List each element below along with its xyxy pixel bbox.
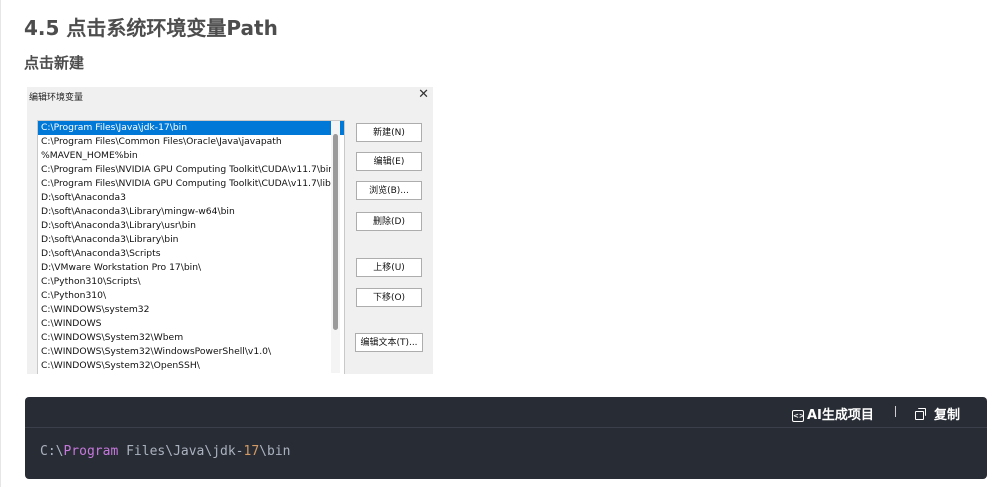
move-up-button[interactable]: 上移(U) xyxy=(356,258,422,277)
path-item[interactable]: C:\Python310\Scripts\ xyxy=(38,275,344,289)
path-item[interactable]: C:\Program Files\NVIDIA GPU Computing To… xyxy=(38,177,344,191)
path-item[interactable]: C:\WINDOWS xyxy=(38,317,344,331)
subsection-heading: 点击新建 xyxy=(24,54,85,72)
path-item[interactable]: D:\VMware Workstation Pro 17\bin\ xyxy=(38,261,344,275)
code-token: C:\ xyxy=(40,444,64,459)
scrollbar-thumb[interactable] xyxy=(333,134,338,330)
delete-button[interactable]: 删除(D) xyxy=(356,212,422,231)
path-item[interactable]: D:\soft\Anaconda3\Library\bin xyxy=(38,233,344,247)
copy-label: 复制 xyxy=(934,408,961,423)
path-item[interactable]: D:\soft\Anaconda3 xyxy=(38,191,344,205)
edit-env-var-dialog-screenshot: 编辑环境变量 ✕ C:\Program Files\Java\jdk-17\bi… xyxy=(27,87,433,374)
move-down-button[interactable]: 下移(O) xyxy=(356,288,422,307)
copy-icon xyxy=(914,408,926,420)
path-item[interactable]: C:\WINDOWS\System32\Wbem xyxy=(38,331,344,345)
code-token-number: 17 xyxy=(243,444,260,459)
code-token: Files\Java\jdk- xyxy=(118,444,244,459)
code-icon: <> xyxy=(792,410,805,422)
edit-text-button[interactable]: 编辑文本(T)... xyxy=(355,333,423,352)
edit-button[interactable]: 编辑(E) xyxy=(356,152,422,171)
code-line: C:\Program Files\Java\jdk-17\bin xyxy=(40,444,290,459)
path-list[interactable]: C:\Program Files\Java\jdk-17\bin C:\Prog… xyxy=(37,120,345,374)
code-token-keyword: Program xyxy=(63,444,119,459)
path-item-selected[interactable]: C:\Program Files\Java\jdk-17\bin xyxy=(38,121,344,135)
path-item[interactable]: D:\soft\Anaconda3\Library\usr\bin xyxy=(38,219,344,233)
path-item[interactable]: C:\Program Files\NVIDIA GPU Computing To… xyxy=(38,163,344,177)
path-item[interactable]: C:\WINDOWS\system32 xyxy=(38,303,344,317)
left-border xyxy=(0,0,1,487)
new-button[interactable]: 新建(N) xyxy=(356,123,422,142)
path-item[interactable]: C:\WINDOWS\System32\WindowsPowerShell\v1… xyxy=(38,345,344,359)
toolbar-divider xyxy=(895,406,896,417)
path-item[interactable]: C:\WINDOWS\System32\OpenSSH\ xyxy=(38,359,344,373)
code-block: <> AI生成项目 复制 C:\Program Files\Java\jdk-17… xyxy=(25,397,987,479)
toolbar-separator xyxy=(25,427,987,428)
path-item[interactable]: C:\Program Files\Common Files\Oracle\Jav… xyxy=(38,135,344,149)
path-item[interactable]: D:\soft\Anaconda3\Library\mingw-w64\bin xyxy=(38,205,344,219)
close-icon[interactable]: ✕ xyxy=(418,87,429,102)
path-item[interactable]: %MAVEN_HOME%bin xyxy=(38,149,344,163)
ai-generate-label: AI生成项目 xyxy=(807,408,874,423)
code-toolbar: <> AI生成项目 复制 xyxy=(25,397,987,427)
browse-button[interactable]: 浏览(B)... xyxy=(356,181,422,200)
dialog-title: 编辑环境变量 xyxy=(29,93,84,103)
copy-button[interactable]: 复制 xyxy=(914,404,960,423)
path-item[interactable]: D:\soft\Anaconda3\Scripts xyxy=(38,247,344,261)
ai-generate-button[interactable]: <> AI生成项目 xyxy=(792,404,874,423)
path-item[interactable]: C:\Python310\ xyxy=(38,289,344,303)
section-heading: 4.5 点击系统环境变量Path xyxy=(24,16,278,40)
code-token: \bin xyxy=(259,444,291,459)
